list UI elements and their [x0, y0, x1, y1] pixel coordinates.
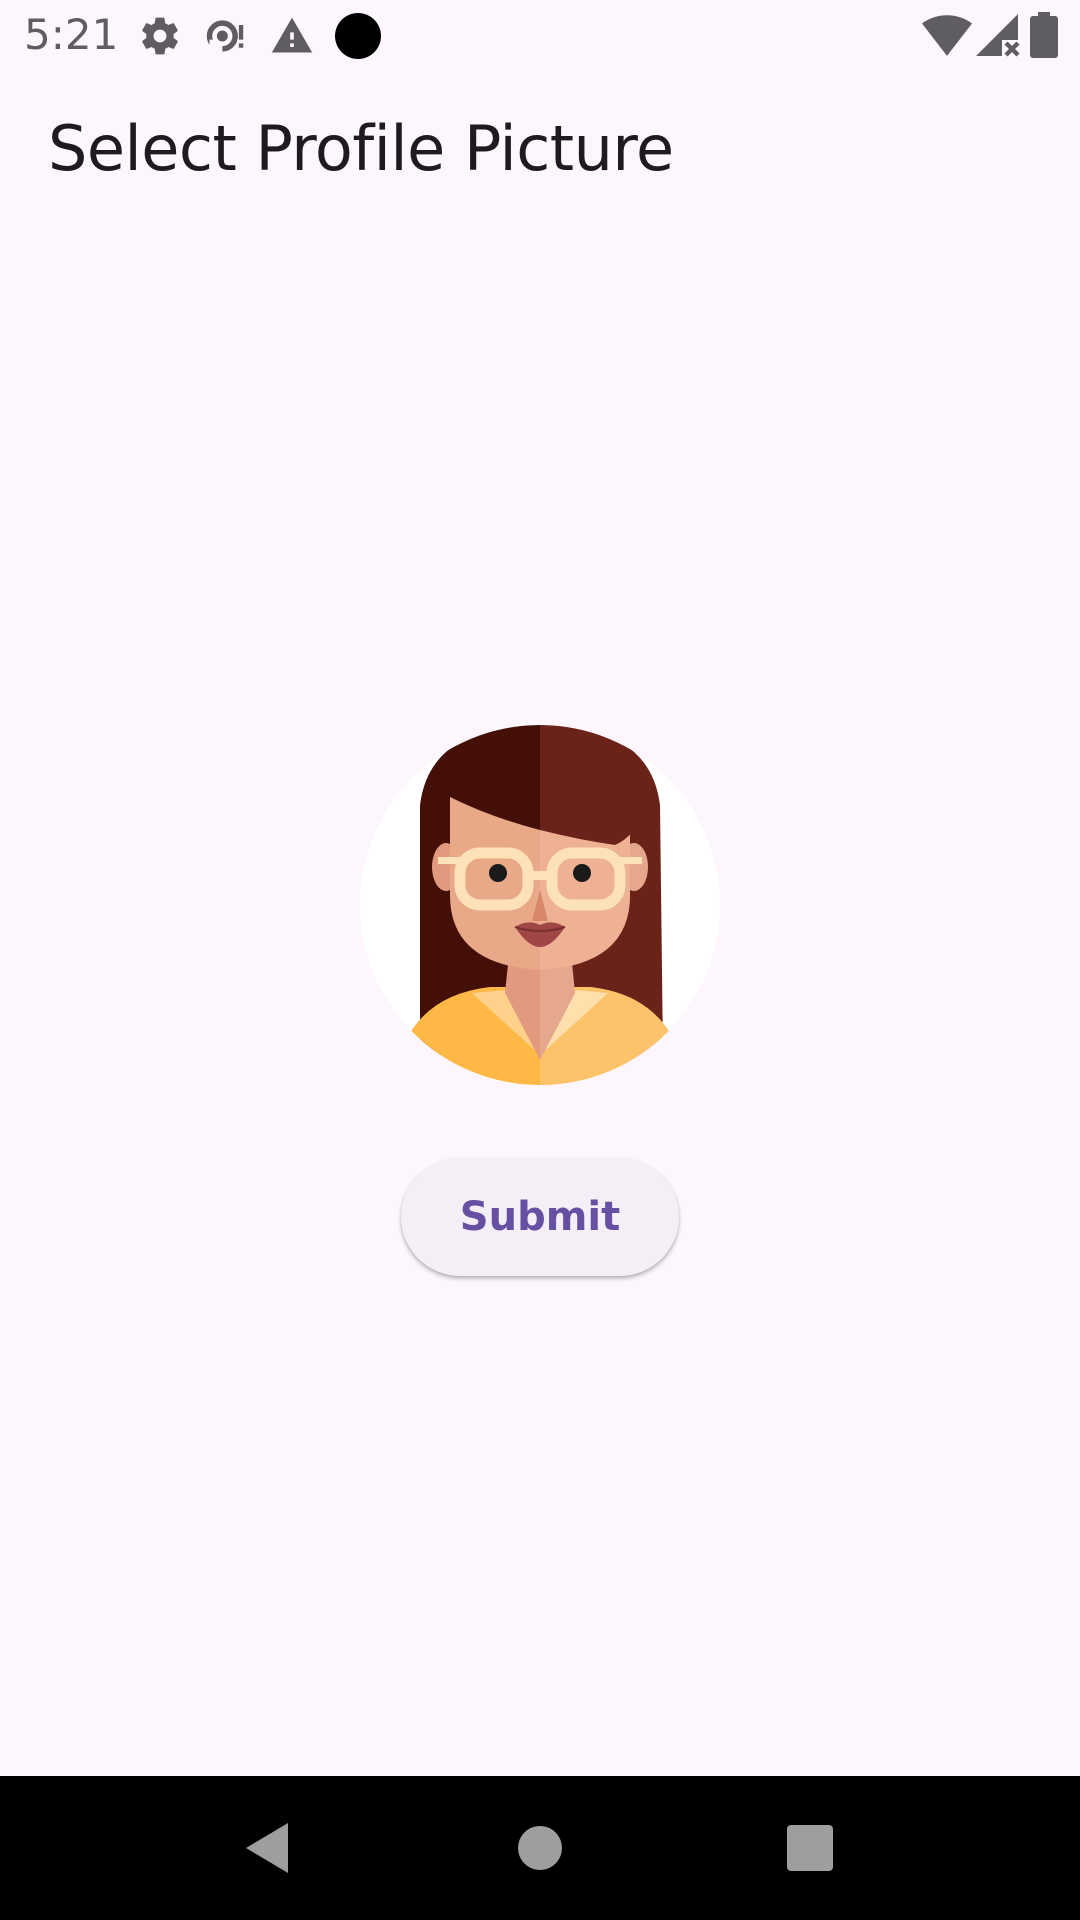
profile-avatar[interactable] [360, 725, 720, 1085]
back-button[interactable] [188, 1776, 348, 1920]
settings-icon [138, 14, 182, 62]
warning-icon [270, 14, 314, 62]
status-time: 5:21 [24, 10, 119, 59]
home-icon [518, 1826, 562, 1870]
back-icon [246, 1823, 288, 1873]
wifi-icon [922, 12, 972, 62]
signal-no-service-icon [974, 12, 1022, 62]
recents-icon [787, 1825, 833, 1871]
record-dot-icon [334, 12, 382, 64]
page-title: Select Profile Picture [48, 112, 674, 185]
submit-button[interactable]: Submit [401, 1158, 679, 1276]
recents-button[interactable] [730, 1776, 890, 1920]
home-button[interactable] [460, 1776, 620, 1920]
sync-alert-icon [204, 14, 248, 62]
battery-icon [1030, 12, 1058, 62]
navigation-bar [0, 1776, 1080, 1920]
status-bar: 5:21 [0, 0, 1080, 72]
female-avatar-glasses-icon [360, 725, 720, 1085]
